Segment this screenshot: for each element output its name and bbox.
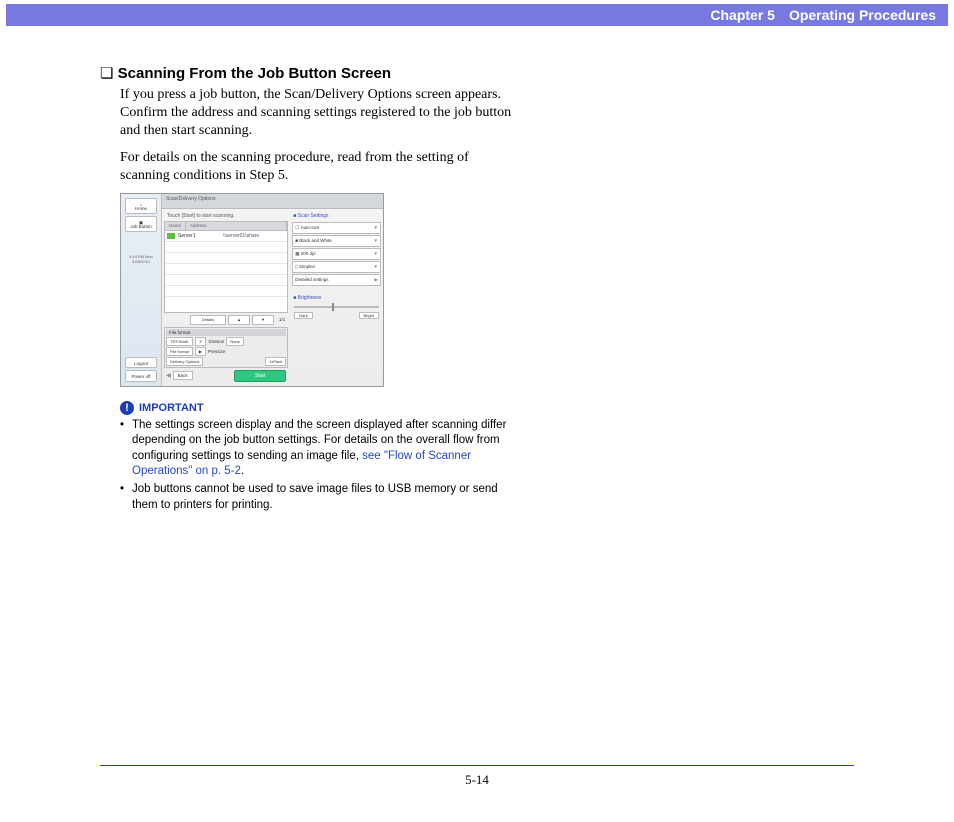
fig-list-header: Name Address (164, 221, 288, 231)
fig-datetime: 4:44 PM Mon 3/28/2010 (121, 254, 161, 264)
content-column: Scanning From the Job Button Screen If y… (100, 64, 520, 515)
fig-hint: Touch [Start] to start scanning. (164, 211, 288, 221)
alert-icon: ! (120, 401, 134, 415)
fig-home-button: ⌂Home (125, 198, 157, 214)
important-bullet-1: The settings screen display and the scre… (120, 418, 520, 480)
fig-footer: ◀ Back Start (164, 368, 288, 384)
check-icon (167, 233, 175, 239)
chapter-title: Operating Procedures (789, 7, 936, 23)
fig-start-button: Start (234, 370, 286, 382)
fig-poweroff-button: Power off (125, 370, 157, 382)
fig-rows: Server1 \\server01\share (164, 231, 288, 313)
section-heading: Scanning From the Job Button Screen (100, 64, 520, 82)
fig-jobbutton-button: ▣Job Button (125, 216, 157, 232)
fig-pager: Details ▲▼ 1/1 (164, 313, 288, 327)
important-bullet-2: Job buttons cannot be used to save image… (120, 482, 520, 513)
embedded-screenshot: ⌂Home ▣Job Button 4:44 PM Mon 3/28/2010 … (120, 193, 384, 387)
fig-row: Server1 \\server01\share (165, 231, 287, 242)
fig-left-sidebar: ⌂Home ▣Job Button 4:44 PM Mon 3/28/2010 … (121, 194, 162, 386)
fig-scan-settings: ■ Scan Settings ☐ Auto-size▼ ■ Black and… (290, 211, 381, 384)
fig-fileformat-panel: File format TIFF/Multi. ✔ Division None … (164, 327, 288, 368)
section-paragraph-1: If you press a job button, the Scan/Deli… (120, 86, 520, 141)
footer-rule (100, 765, 854, 766)
chapter-number: Chapter 5 (710, 7, 775, 23)
fig-main-panel: Scan/Delivery Options Touch [Start] to s… (162, 194, 383, 386)
chapter-header: Chapter 5 Operating Procedures (6, 4, 948, 26)
important-note: ! IMPORTANT The settings screen display … (120, 401, 520, 513)
section-paragraph-2: For details on the scanning procedure, r… (120, 149, 520, 185)
fig-titlebar: Scan/Delivery Options (162, 194, 383, 209)
fig-address-list: Touch [Start] to start scanning. Name Ad… (164, 211, 288, 384)
important-label: IMPORTANT (139, 402, 204, 414)
fig-logout-button: Logout (125, 357, 157, 369)
page-number: 5-14 (0, 772, 954, 788)
important-heading: ! IMPORTANT (120, 401, 520, 415)
